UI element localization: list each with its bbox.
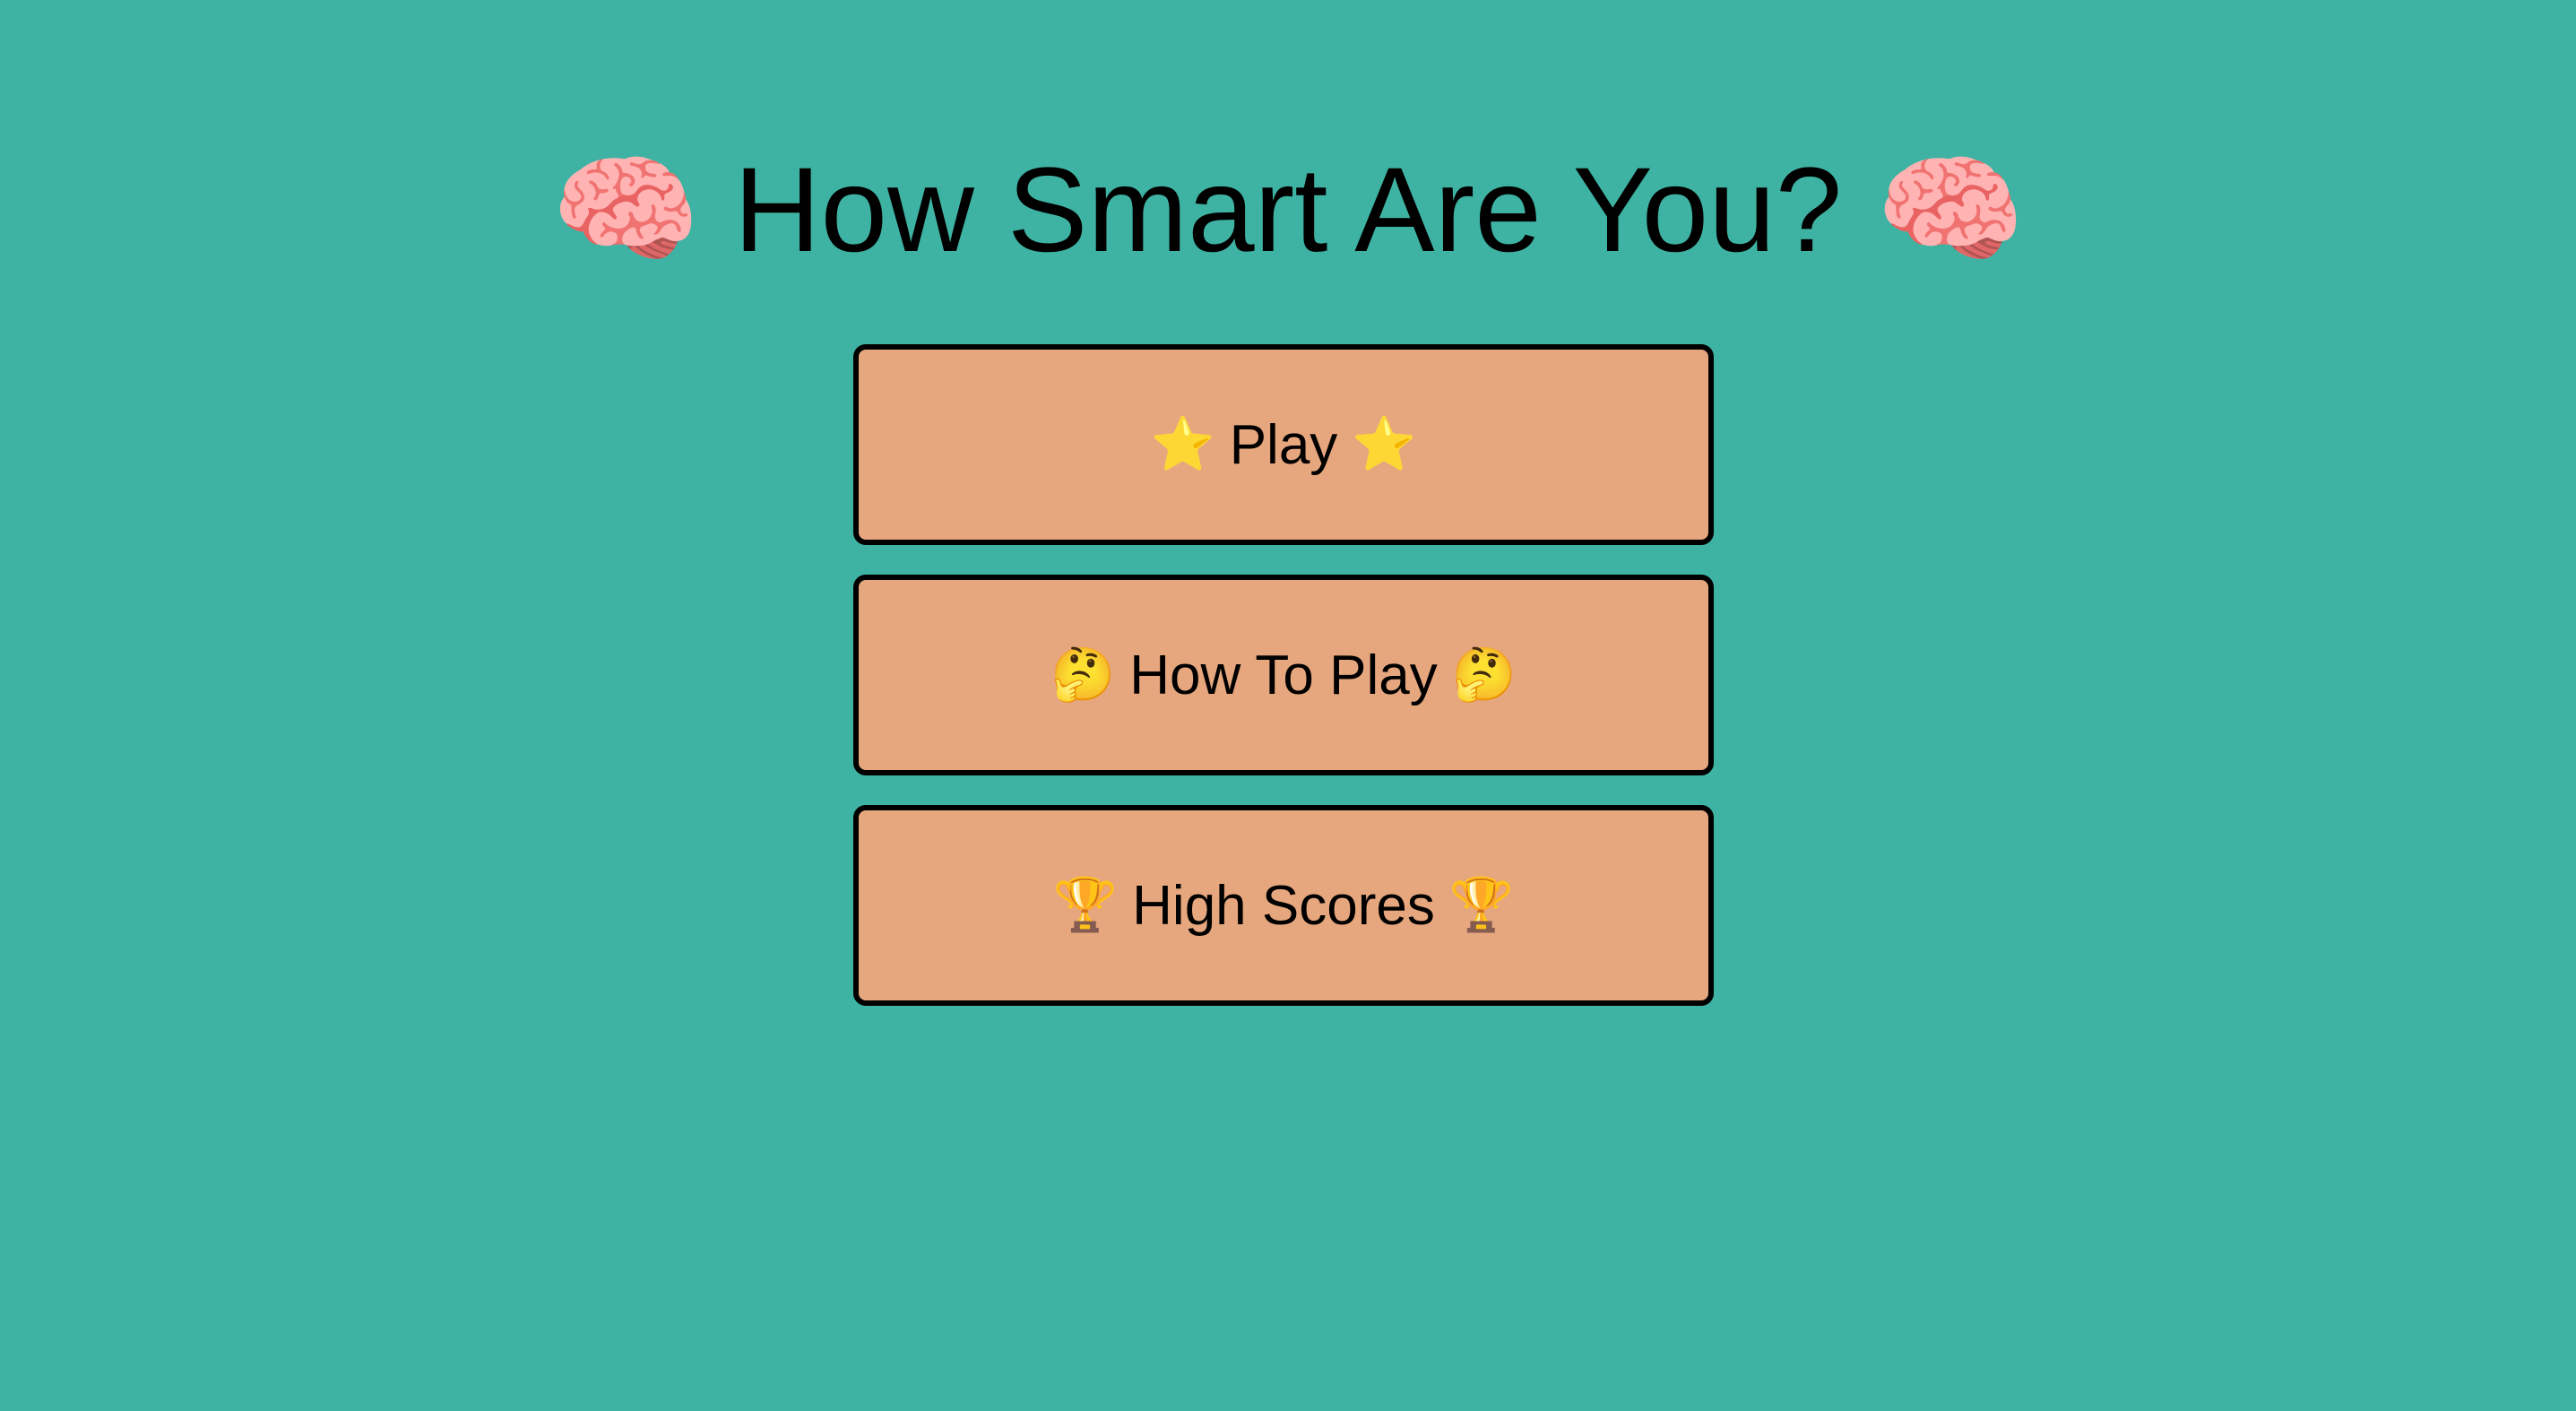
title-text: How Smart Are You? (733, 143, 1843, 277)
play-label: Play (1229, 413, 1338, 476)
thinking-face-icon: 🤔 (1451, 645, 1517, 704)
star-icon: ⭐ (1352, 415, 1417, 473)
brain-icon: 🧠 (550, 143, 701, 277)
how-to-play-label: How To Play (1129, 644, 1438, 706)
how-to-play-button[interactable]: 🤔 How To Play 🤔 (853, 575, 1714, 775)
trophy-icon: 🏆 (1448, 876, 1515, 934)
main-menu: ⭐ Play ⭐ 🤔 How To Play 🤔 🏆 High Scores 🏆 (853, 344, 1714, 1035)
trophy-icon: 🏆 (1052, 876, 1119, 934)
star-icon: ⭐ (1150, 415, 1215, 473)
brain-icon: 🧠 (1875, 143, 2026, 277)
page-title: 🧠 How Smart Are You? 🧠 (0, 143, 2576, 278)
high-scores-button[interactable]: 🏆 High Scores 🏆 (853, 805, 1714, 1006)
play-button[interactable]: ⭐ Play ⭐ (853, 344, 1714, 545)
thinking-face-icon: 🤔 (1050, 645, 1116, 704)
high-scores-label: High Scores (1132, 874, 1435, 937)
